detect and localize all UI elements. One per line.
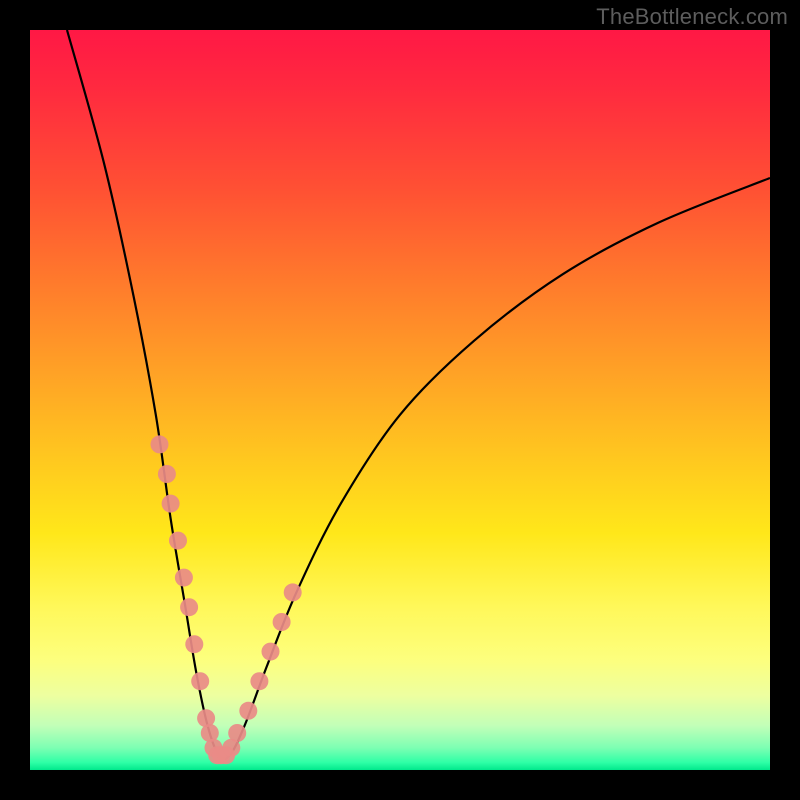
data-marker [169,532,187,550]
data-marker [162,495,180,513]
data-marker [284,583,302,601]
watermark-text: TheBottleneck.com [596,4,788,30]
data-marker [239,702,257,720]
chart-svg [30,30,770,770]
data-marker [262,643,280,661]
data-marker [273,613,291,631]
data-marker [228,724,246,742]
data-marker [175,569,193,587]
data-marker [185,635,203,653]
bottleneck-curve [67,30,770,759]
data-marker [180,598,198,616]
marker-cluster-left [151,435,230,764]
data-marker [158,465,176,483]
data-marker [250,672,268,690]
data-marker [191,672,209,690]
plot-area [30,30,770,770]
chart-frame: TheBottleneck.com [0,0,800,800]
data-marker [151,435,169,453]
